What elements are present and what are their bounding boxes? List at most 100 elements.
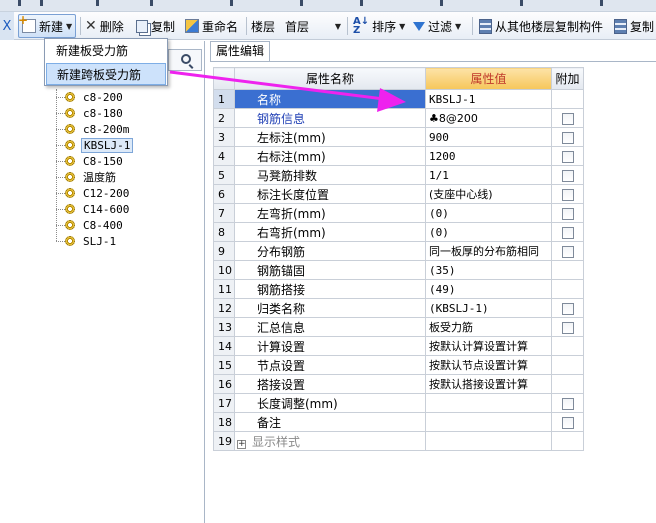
extra-cell[interactable] bbox=[551, 222, 584, 242]
tree-item[interactable]: C8-400 bbox=[56, 217, 125, 233]
property-value-cell[interactable] bbox=[425, 431, 552, 451]
attach-checkbox[interactable] bbox=[561, 112, 574, 125]
extra-cell[interactable] bbox=[551, 203, 584, 223]
property-name-cell[interactable]: 马凳筋排数 bbox=[234, 165, 426, 185]
property-name-cell[interactable]: 名称 bbox=[234, 89, 426, 109]
table-row[interactable]: 9 分布钢筋 同一板厚的分布筋相同 bbox=[213, 241, 584, 261]
extra-cell[interactable] bbox=[551, 146, 584, 166]
menu-item-new-cross-slab-rebar[interactable]: 新建跨板受力筋 bbox=[46, 63, 166, 85]
property-name-cell[interactable]: 备注 bbox=[234, 412, 426, 432]
copy-from-floor-button[interactable]: 从其他楼层复制构件 bbox=[479, 15, 603, 37]
rename-button[interactable]: 重命名 bbox=[185, 15, 238, 37]
delete-button[interactable]: ✕ 删除 bbox=[85, 15, 124, 37]
table-row[interactable]: 8 右弯折(mm) (0) bbox=[213, 222, 584, 242]
table-row[interactable]: 6 标注长度位置 (支座中心线) bbox=[213, 184, 584, 204]
extra-cell[interactable] bbox=[551, 165, 584, 185]
property-value-cell[interactable]: 板受力筋 bbox=[425, 317, 552, 337]
attach-checkbox[interactable] bbox=[561, 188, 574, 201]
table-row[interactable]: 3 左标注(mm) 900 bbox=[213, 127, 584, 147]
extra-cell[interactable] bbox=[551, 108, 584, 128]
extra-cell[interactable] bbox=[551, 393, 584, 413]
property-name-cell[interactable]: 汇总信息 bbox=[234, 317, 426, 337]
attach-checkbox[interactable] bbox=[561, 226, 574, 239]
tree-item[interactable]: c8-200 bbox=[56, 89, 125, 105]
table-row[interactable]: 13 汇总信息 板受力筋 bbox=[213, 317, 584, 337]
table-row[interactable]: 1 名称 KBSLJ-1 bbox=[213, 89, 584, 109]
property-value-cell[interactable]: 按默认计算设置计算 bbox=[425, 336, 552, 356]
tree-item[interactable]: c8-180 bbox=[56, 105, 125, 121]
extra-cell[interactable] bbox=[551, 298, 584, 318]
table-row[interactable]: 14 计算设置 按默认计算设置计算 bbox=[213, 336, 584, 356]
table-row[interactable]: 4 右标注(mm) 1200 bbox=[213, 146, 584, 166]
extra-cell[interactable] bbox=[551, 317, 584, 337]
attach-checkbox[interactable] bbox=[561, 207, 574, 220]
table-row[interactable]: 15 节点设置 按默认节点设置计算 bbox=[213, 355, 584, 375]
close-panel-button[interactable]: X bbox=[0, 12, 14, 40]
table-row[interactable]: 16 搭接设置 按默认搭接设置计算 bbox=[213, 374, 584, 394]
property-value-cell[interactable]: 同一板厚的分布筋相同 bbox=[425, 241, 552, 261]
tree-item[interactable]: SLJ-1 bbox=[56, 233, 118, 249]
property-name-cell[interactable]: 左弯折(mm) bbox=[234, 203, 426, 223]
expand-icon[interactable]: + bbox=[237, 439, 246, 449]
tree-item[interactable]: KBSLJ-1 bbox=[56, 137, 134, 153]
property-value-cell[interactable]: (KBSLJ-1) bbox=[425, 298, 552, 318]
property-name-cell[interactable]: 计算设置 bbox=[234, 336, 426, 356]
property-name-cell[interactable]: 搭接设置 bbox=[234, 374, 426, 394]
search-button[interactable] bbox=[168, 49, 202, 71]
extra-cell[interactable] bbox=[551, 184, 584, 204]
property-name-cell[interactable]: 左标注(mm) bbox=[234, 127, 426, 147]
filter-button[interactable]: 过滤 ▼ bbox=[413, 15, 461, 37]
property-value-cell[interactable]: ♣8@200 bbox=[425, 108, 552, 128]
tree-item[interactable]: C12-200 bbox=[56, 185, 131, 201]
table-row[interactable]: 12 归类名称 (KBSLJ-1) bbox=[213, 298, 584, 318]
table-row[interactable]: 19 + 显示样式 bbox=[213, 431, 584, 451]
attach-checkbox[interactable] bbox=[561, 245, 574, 258]
property-value-cell[interactable]: 按默认节点设置计算 bbox=[425, 355, 552, 375]
property-name-cell[interactable]: 归类名称 bbox=[234, 298, 426, 318]
table-row[interactable]: 10 钢筋锚固 (35) bbox=[213, 260, 584, 280]
attach-checkbox[interactable] bbox=[561, 302, 574, 315]
tree-item[interactable]: C14-600 bbox=[56, 201, 131, 217]
tab-property-edit[interactable]: 属性编辑 bbox=[210, 41, 270, 61]
attach-checkbox[interactable] bbox=[561, 321, 574, 334]
property-name-cell[interactable]: 右弯折(mm) bbox=[234, 222, 426, 242]
property-name-cell[interactable]: 钢筋搭接 bbox=[234, 279, 426, 299]
table-row[interactable]: 11 钢筋搭接 (49) bbox=[213, 279, 584, 299]
property-name-cell[interactable]: 钢筋锚固 bbox=[234, 260, 426, 280]
property-value-cell[interactable]: 900 bbox=[425, 127, 552, 147]
floor-select[interactable]: 首层 ▼ bbox=[282, 16, 344, 36]
tree-item[interactable]: 温度筋 bbox=[56, 169, 118, 185]
property-value-cell[interactable]: 1200 bbox=[425, 146, 552, 166]
tree-item[interactable]: C8-150 bbox=[56, 153, 125, 169]
attach-checkbox[interactable] bbox=[561, 150, 574, 163]
property-name-cell[interactable]: 长度调整(mm) bbox=[234, 393, 426, 413]
tree-item[interactable]: c8-200m bbox=[56, 121, 131, 137]
property-value-cell[interactable]: KBSLJ-1 bbox=[425, 89, 552, 109]
table-row[interactable]: 7 左弯折(mm) (0) bbox=[213, 203, 584, 223]
property-value-cell[interactable] bbox=[425, 393, 552, 413]
property-value-cell[interactable]: 按默认搭接设置计算 bbox=[425, 374, 552, 394]
table-row[interactable]: 18 备注 bbox=[213, 412, 584, 432]
property-value-cell[interactable]: 1/1 bbox=[425, 165, 552, 185]
property-value-cell[interactable]: (49) bbox=[425, 279, 552, 299]
property-value-cell[interactable]: (35) bbox=[425, 260, 552, 280]
menu-item-new-slab-rebar[interactable]: 新建板受力筋 bbox=[46, 40, 166, 62]
copy-to-button[interactable]: 复制 bbox=[614, 15, 654, 37]
extra-cell[interactable] bbox=[551, 412, 584, 432]
table-row[interactable]: 5 马凳筋排数 1/1 bbox=[213, 165, 584, 185]
property-name-cell[interactable]: + 显示样式 bbox=[234, 431, 426, 451]
extra-cell[interactable] bbox=[551, 241, 584, 261]
sort-button[interactable]: A↓ Z 排序 ▼ bbox=[353, 15, 405, 37]
extra-cell[interactable] bbox=[551, 127, 584, 147]
property-value-cell[interactable]: (支座中心线) bbox=[425, 184, 552, 204]
new-button[interactable]: 新建 ▼ bbox=[18, 13, 77, 38]
property-name-cell[interactable]: 标注长度位置 bbox=[234, 184, 426, 204]
property-value-cell[interactable]: (0) bbox=[425, 222, 552, 242]
attach-checkbox[interactable] bbox=[561, 397, 574, 410]
attach-checkbox[interactable] bbox=[561, 169, 574, 182]
property-name-cell[interactable]: 钢筋信息 bbox=[234, 108, 426, 128]
copy-button[interactable]: 复制 bbox=[136, 15, 175, 37]
property-name-cell[interactable]: 右标注(mm) bbox=[234, 146, 426, 166]
property-name-cell[interactable]: 节点设置 bbox=[234, 355, 426, 375]
attach-checkbox[interactable] bbox=[561, 416, 574, 429]
